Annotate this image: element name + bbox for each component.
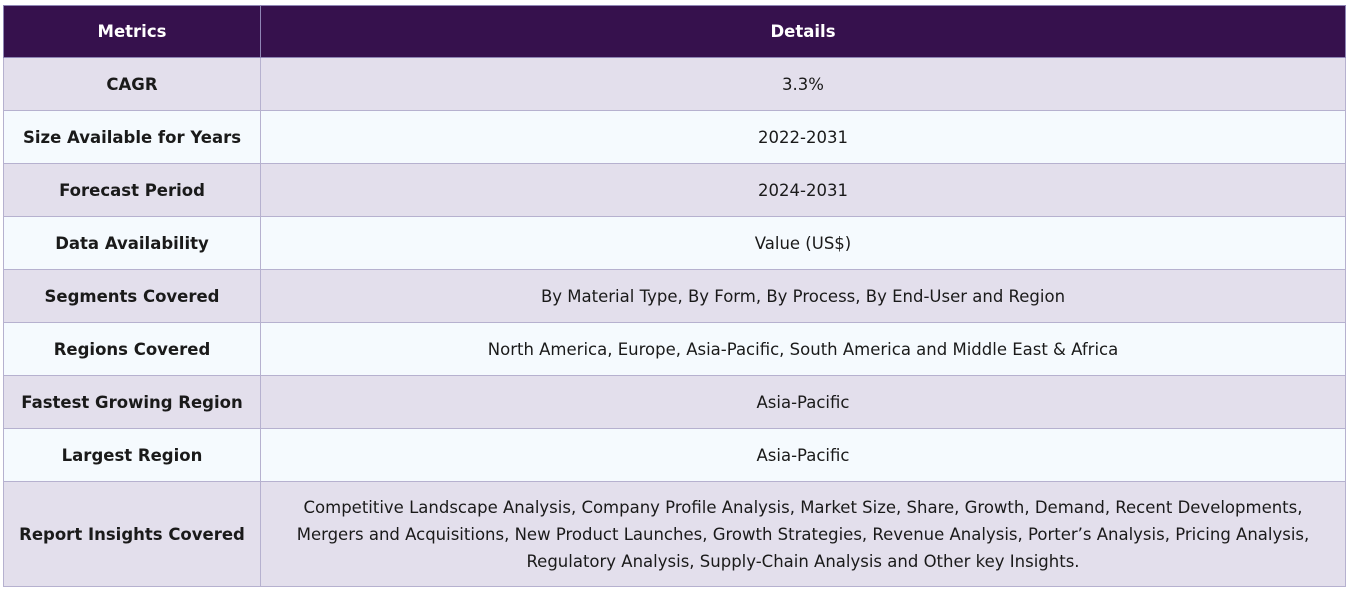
metric-cell-data-availability: Data Availability bbox=[3, 216, 261, 270]
detail-cell-segments-covered: By Material Type, By Form, By Process, B… bbox=[260, 269, 1346, 323]
metric-cell-cagr: CAGR bbox=[3, 57, 261, 111]
table-body: CAGR 3.3% Size Available for Years 2022-… bbox=[3, 57, 1346, 587]
header-row: Metrics Details bbox=[3, 5, 1346, 58]
header-details: Details bbox=[260, 5, 1346, 58]
metric-cell-report-insights: Report Insights Covered bbox=[3, 481, 261, 587]
detail-cell-report-insights: Competitive Landscape Analysis, Company … bbox=[260, 481, 1346, 587]
metric-cell-size-years: Size Available for Years bbox=[3, 110, 261, 164]
table-header: Metrics Details bbox=[3, 5, 1346, 58]
metric-cell-largest-region: Largest Region bbox=[3, 428, 261, 482]
table-row: Regions Covered North America, Europe, A… bbox=[3, 322, 1346, 376]
table-row: Data Availability Value (US$) bbox=[3, 216, 1346, 270]
detail-cell-largest-region: Asia-Pacific bbox=[260, 428, 1346, 482]
metric-cell-fastest-growing-region: Fastest Growing Region bbox=[3, 375, 261, 429]
table-row: Forecast Period 2024-2031 bbox=[3, 163, 1346, 217]
metric-cell-segments-covered: Segments Covered bbox=[3, 269, 261, 323]
table-row: Size Available for Years 2022-2031 bbox=[3, 110, 1346, 164]
table-row: Largest Region Asia-Pacific bbox=[3, 428, 1346, 482]
detail-cell-regions-covered: North America, Europe, Asia-Pacific, Sou… bbox=[260, 322, 1346, 376]
metric-cell-regions-covered: Regions Covered bbox=[3, 322, 261, 376]
detail-cell-forecast-period: 2024-2031 bbox=[260, 163, 1346, 217]
detail-cell-fastest-growing-region: Asia-Pacific bbox=[260, 375, 1346, 429]
detail-cell-size-years: 2022-2031 bbox=[260, 110, 1346, 164]
table-row: Fastest Growing Region Asia-Pacific bbox=[3, 375, 1346, 429]
table-row: CAGR 3.3% bbox=[3, 57, 1346, 111]
table-row: Report Insights Covered Competitive Land… bbox=[3, 481, 1346, 587]
detail-cell-cagr: 3.3% bbox=[260, 57, 1346, 111]
metric-cell-forecast-period: Forecast Period bbox=[3, 163, 261, 217]
detail-cell-data-availability: Value (US$) bbox=[260, 216, 1346, 270]
table-row: Segments Covered By Material Type, By Fo… bbox=[3, 269, 1346, 323]
report-metrics-table-container: Metrics Details CAGR 3.3% Size Available… bbox=[3, 5, 1346, 587]
header-metrics: Metrics bbox=[3, 5, 261, 58]
report-metrics-table: Metrics Details CAGR 3.3% Size Available… bbox=[3, 5, 1346, 587]
